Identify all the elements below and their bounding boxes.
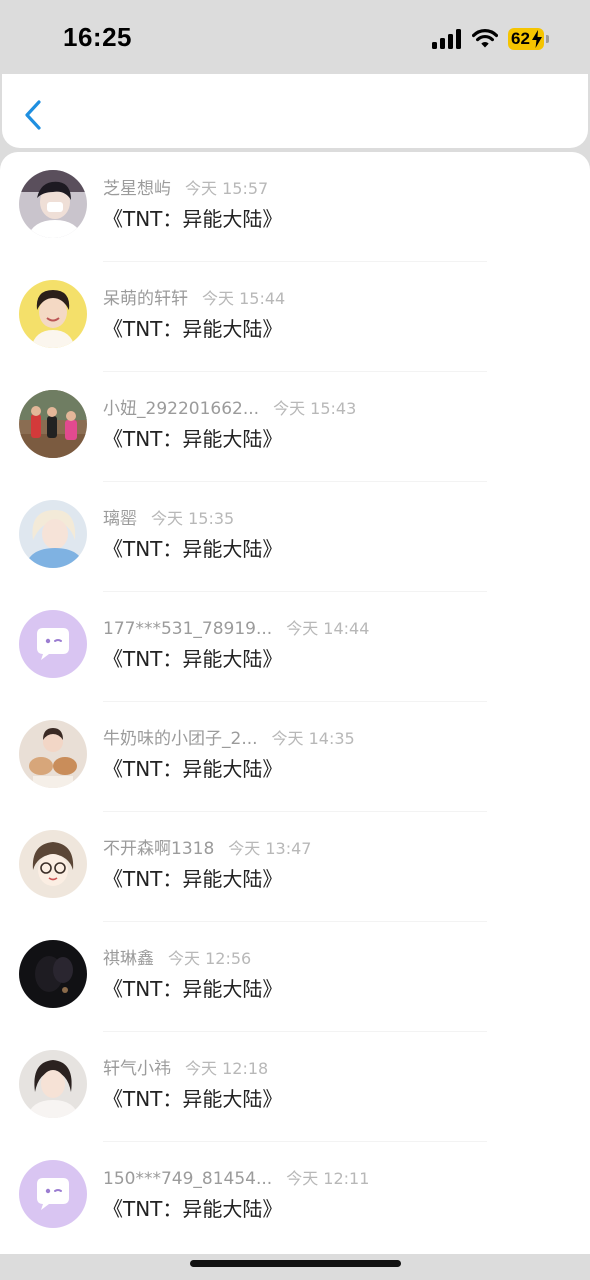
list-item[interactable]: 芝星想屿 今天 15:57 《TNT：异能大陆》 [0,152,590,262]
message-meta: 不开森啊1318 今天 13:47 [103,837,311,861]
list-item[interactable]: 璃罂 今天 15:35 《TNT：异能大陆》 [0,482,590,592]
user-name[interactable]: 150***749_81454... [103,1169,272,1189]
status-time: 16:25 [63,22,132,52]
user-name[interactable]: 177***531_78919... [103,619,272,639]
message-meta: 祺琳鑫 今天 12:56 [103,947,251,971]
avatar[interactable] [19,1050,87,1118]
message-meta: 芝星想屿 今天 15:57 [103,177,268,201]
post-time: 今天 13:47 [228,839,312,858]
user-name[interactable]: 小妞_292201662... [103,399,259,419]
post-title[interactable]: 《TNT：异能大陆》 [103,535,282,563]
avatar[interactable] [19,500,87,568]
user-name[interactable]: 轩气小祎 [103,1059,171,1079]
message-meta: 小妞_292201662... 今天 15:43 [103,397,356,421]
user-name[interactable]: 璃罂 [103,509,137,529]
message-meta: 呆萌的轩轩 今天 15:44 [103,287,285,311]
message-meta: 150***749_81454... 今天 12:11 [103,1167,369,1191]
cartoon-avatar[interactable] [19,830,87,898]
list-item[interactable]: 小妞_292201662... 今天 15:43 《TNT：异能大陆》 [0,372,590,482]
message-meta: 轩气小祎 今天 12:18 [103,1057,268,1081]
post-time: 今天 12:56 [168,949,252,968]
status-bar: 16:25 62 [0,0,590,74]
post-title[interactable]: 《TNT：异能大陆》 [103,1085,282,1113]
list-item[interactable]: 轩气小祎 今天 12:18 《TNT：异能大陆》 [0,1032,590,1142]
list-item[interactable]: 祺琳鑫 今天 12:56 《TNT：异能大陆》 [0,922,590,1032]
battery-level: 62 [511,29,530,48]
home-indicator[interactable] [190,1260,401,1267]
user-name[interactable]: 祺琳鑫 [103,949,154,969]
message-meta: 璃罂 今天 15:35 [103,507,234,531]
wifi-icon [471,27,499,49]
post-title[interactable]: 《TNT：异能大陆》 [103,425,282,453]
back-button[interactable] [18,98,48,132]
user-name[interactable]: 不开森啊1318 [103,839,214,859]
post-time: 今天 15:35 [151,509,235,528]
post-title[interactable]: 《TNT：异能大陆》 [103,865,282,893]
message-list: 芝星想屿 今天 15:57 《TNT：异能大陆》 呆萌的轩轩 今天 15:44 《T… [0,152,590,1254]
default-chat-bubble-avatar[interactable] [19,610,87,678]
user-name[interactable]: 呆萌的轩轩 [103,289,188,309]
post-title[interactable]: 《TNT：异能大陆》 [103,975,282,1003]
post-title[interactable]: 《TNT：异能大陆》 [103,1195,282,1223]
post-time: 今天 15:57 [185,179,269,198]
list-item[interactable]: 呆萌的轩轩 今天 15:44 《TNT：异能大陆》 [0,262,590,372]
list-item[interactable]: 不开森啊1318 今天 13:47 《TNT：异能大陆》 [0,812,590,922]
message-meta: 177***531_78919... 今天 14:44 [103,617,369,641]
list-item[interactable]: 牛奶味的小团子_2... 今天 14:35 《TNT：异能大陆》 [0,702,590,812]
chevron-left-icon [25,100,41,130]
post-title[interactable]: 《TNT：异能大陆》 [103,645,282,673]
avatar[interactable] [19,170,87,238]
post-time: 今天 15:43 [273,399,357,418]
post-time: 今天 15:44 [202,289,286,308]
signal-icon [432,29,462,49]
default-chat-bubble-avatar[interactable] [19,1160,87,1228]
post-title[interactable]: 《TNT：异能大陆》 [103,315,282,343]
post-title[interactable]: 《TNT：异能大陆》 [103,755,282,783]
charging-bolt-icon [532,30,542,48]
post-time: 今天 14:35 [271,729,355,748]
avatar[interactable] [19,280,87,348]
post-time: 今天 12:11 [286,1169,370,1188]
avatar[interactable] [19,940,87,1008]
user-name[interactable]: 芝星想屿 [103,179,171,199]
post-title[interactable]: 《TNT：异能大陆》 [103,205,282,233]
user-name[interactable]: 牛奶味的小团子_2... [103,729,258,749]
list-item[interactable]: 150***749_81454... 今天 12:11 《TNT：异能大陆》 [0,1142,590,1252]
avatar[interactable] [19,720,87,788]
post-time: 今天 12:18 [185,1059,269,1078]
avatar[interactable] [19,390,87,458]
list-item[interactable]: 177***531_78919... 今天 14:44 《TNT：异能大陆》 [0,592,590,702]
message-meta: 牛奶味的小团子_2... 今天 14:35 [103,727,355,751]
header-bar [2,74,588,148]
post-time: 今天 14:44 [286,619,370,638]
battery-charging-icon: 62 [508,28,549,50]
